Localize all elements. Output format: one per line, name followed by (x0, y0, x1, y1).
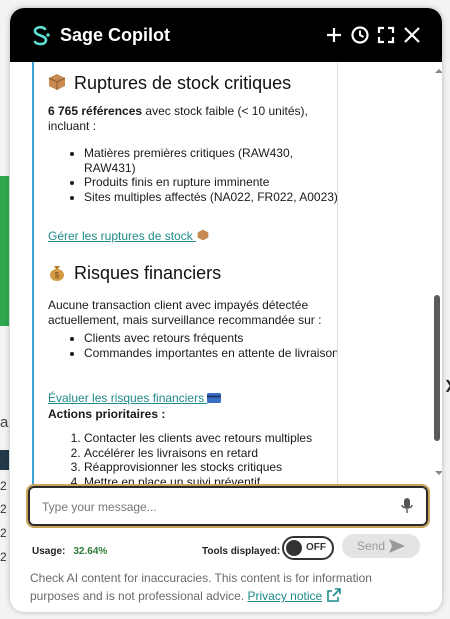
usage-value: 32.64% (73, 546, 108, 557)
background-row-number: 2 (0, 526, 7, 540)
background-green-bar (0, 176, 9, 326)
send-button[interactable]: Send (342, 534, 420, 558)
stock-count: 6 765 références (48, 104, 143, 118)
credit-card-icon (207, 393, 222, 403)
scroll-down-icon[interactable] (433, 468, 442, 478)
list-item: Mettre en place un suivi préventif (84, 475, 340, 487)
history-icon[interactable] (349, 24, 371, 46)
chat-content: Ruptures de stock critiques 6 765 référe… (32, 62, 340, 486)
copilot-panel: Sage Copilot Ruptures de stock critiques… (10, 8, 442, 612)
list-item: Accélérer les livraisons en retard (84, 446, 340, 461)
list-item: Sites multiples affectés (NA022, FR022, … (84, 190, 340, 205)
message-input-box[interactable] (26, 484, 430, 528)
toggle-state: OFF (306, 542, 326, 553)
actions-title: Actions prioritaires : (48, 407, 166, 421)
background-table-header (0, 450, 9, 470)
svg-text:$: $ (55, 271, 60, 280)
finance-list: Clients avec retours fréquents Commandes… (64, 331, 340, 360)
external-link-icon[interactable] (326, 587, 342, 603)
list-item: Produits finis en rupture imminente (84, 175, 340, 190)
privacy-notice-link[interactable]: Privacy notice (247, 589, 322, 603)
section-title-stock: Ruptures de stock critiques (48, 72, 291, 94)
tools-toggle[interactable]: OFF (282, 536, 334, 560)
content-divider (337, 62, 338, 486)
disclaimer: Check AI content for inaccuracies. This … (30, 571, 372, 603)
evaluate-risk-link[interactable]: Évaluer les risques financiers (48, 391, 222, 406)
mouse-cursor-icon: ❯ (444, 378, 450, 392)
money-bag-icon: $ (50, 266, 64, 281)
send-icon (389, 539, 405, 553)
close-icon[interactable] (401, 24, 423, 46)
toggle-knob (286, 540, 302, 556)
background-row-number: 2 (0, 550, 7, 564)
usage-label: Usage: (32, 546, 66, 557)
finance-intro: Aucune transaction client avec impayés d… (48, 298, 322, 327)
scroll-up-icon[interactable] (433, 66, 442, 76)
copilot-header: Sage Copilot (10, 8, 442, 62)
usage-indicator: Usage: 32.64% (32, 546, 107, 557)
tools-displayed-label: Tools displayed: (202, 546, 281, 557)
stock-intro: 6 765 références avec stock faible (< 10… (48, 104, 308, 133)
section-title-finance: $ Risques financiers (48, 262, 221, 284)
list-item: Clients avec retours fréquents (84, 331, 340, 346)
message-input[interactable] (40, 496, 384, 518)
package-icon (197, 229, 209, 241)
scrollbar-thumb[interactable] (434, 295, 440, 441)
list-item: Réapprovisionner les stocks critiques (84, 460, 340, 475)
sage-logo-icon (33, 25, 50, 46)
list-item: Commandes importantes en attente de livr… (84, 346, 340, 361)
background-letter: a (0, 414, 9, 431)
actions-list: Contacter les clients avec retours multi… (64, 431, 340, 486)
plus-icon[interactable] (323, 24, 345, 46)
microphone-icon[interactable] (400, 497, 414, 515)
list-item: Contacter les clients avec retours multi… (84, 431, 340, 446)
list-item: Matières premières critiques (RAW430, RA… (84, 146, 340, 175)
background-row-number: 2 (0, 479, 7, 493)
stock-list: Matières premières critiques (RAW430, RA… (64, 146, 340, 204)
app-title: Sage Copilot (60, 25, 171, 45)
background-row-number: 2 (0, 502, 7, 516)
manage-stock-link[interactable]: Gérer les ruptures de stock (48, 229, 210, 244)
package-icon (48, 74, 66, 90)
expand-icon[interactable] (375, 24, 397, 46)
